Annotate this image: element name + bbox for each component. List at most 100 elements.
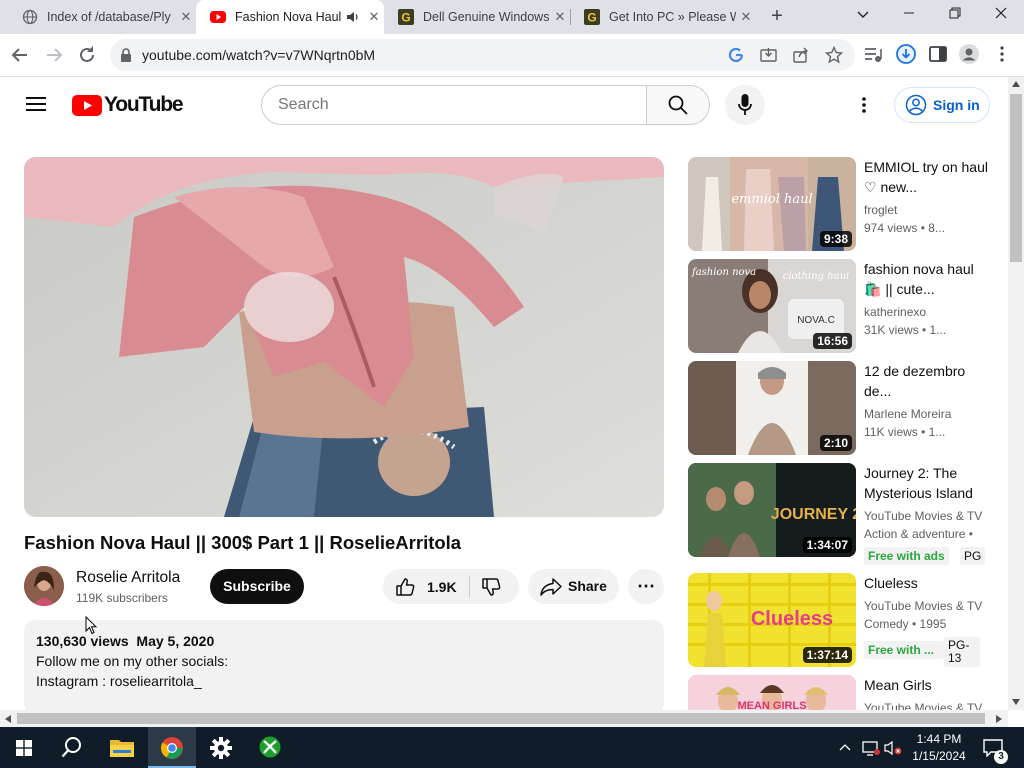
volume-muted-icon[interactable] <box>884 740 902 756</box>
share-button[interactable]: Share <box>528 569 619 604</box>
side-panel-icon[interactable] <box>927 43 949 65</box>
restore-button[interactable] <box>932 0 978 30</box>
channel-avatar[interactable] <box>24 566 64 606</box>
video-title[interactable]: Journey 2: The Mysterious Island <box>864 463 988 503</box>
install-app-icon[interactable] <box>760 47 777 63</box>
notification-center-button[interactable]: 3 <box>978 727 1024 768</box>
video-thumbnail[interactable]: Clueless 1:37:14 <box>688 573 856 667</box>
media-control-icon[interactable] <box>862 43 884 65</box>
sign-in-button[interactable]: Sign in <box>894 87 990 123</box>
taskbar-search-button[interactable] <box>48 727 96 768</box>
recommended-video[interactable]: 2:10 12 de dezembro de... Marlene Moreir… <box>688 361 988 457</box>
tab-fashion-nova[interactable]: Fashion Nova Haul ✕ <box>196 0 384 34</box>
close-tab-icon[interactable]: ✕ <box>550 9 570 25</box>
new-tab-button[interactable]: + <box>765 5 789 29</box>
scroll-up-arrow-icon[interactable] <box>1012 81 1020 87</box>
channel-name[interactable]: YouTube Movies & TV <box>864 701 982 710</box>
profile-icon[interactable] <box>958 43 980 65</box>
taskbar-chrome[interactable] <box>148 727 196 768</box>
download-icon[interactable] <box>895 43 917 65</box>
youtube-logo[interactable]: YouTube <box>72 93 184 117</box>
tab-dell-windows[interactable]: G Dell Genuine Windows ✕ <box>384 0 570 34</box>
video-title[interactable]: 12 de dezembro de... <box>864 361 988 401</box>
video-thumbnail[interactable]: NOVA.C fashion nova clothing haul 16:56 <box>688 259 856 353</box>
horizontal-scrollbar[interactable] <box>0 710 1008 727</box>
chrome-icon <box>161 737 183 759</box>
description-line: Follow me on my other socials: <box>36 653 229 669</box>
scroll-down-arrow-icon[interactable] <box>1012 699 1020 705</box>
share-page-icon[interactable] <box>793 47 809 63</box>
address-bar[interactable]: youtube.com/watch?v=v7WNqrtn0bM <box>110 39 855 71</box>
forward-icon[interactable] <box>42 43 66 67</box>
clock[interactable]: 1:44 PM 1/15/2024 <box>908 731 970 765</box>
tab-get-into-pc[interactable]: G Get Into PC » Please W ✕ <box>570 0 756 34</box>
taskbar-xbox[interactable] <box>246 727 294 768</box>
lock-icon[interactable] <box>120 48 132 62</box>
dislike-button[interactable] <box>470 569 519 604</box>
video-meta: 11K views • 1... <box>864 425 946 439</box>
show-hidden-icons-icon[interactable] <box>839 743 851 751</box>
like-dislike-group: 1.9K <box>383 569 519 604</box>
channel-name[interactable]: YouTube Movies & TV <box>864 599 982 613</box>
close-tab-icon[interactable]: ✕ <box>736 9 756 25</box>
minimize-button[interactable] <box>886 0 932 30</box>
recommended-video[interactable]: emmiol haul 9:38 EMMIOL try on haul ♡ ne… <box>688 157 988 253</box>
channel-name[interactable]: froglet <box>864 203 897 217</box>
channel-name[interactable]: Marlene Moreira <box>864 407 951 421</box>
chrome-menu-icon[interactable] <box>991 43 1013 65</box>
video-thumbnail[interactable]: 2:10 <box>688 361 856 455</box>
scroll-right-arrow-icon[interactable] <box>996 715 1002 723</box>
video-title[interactable]: fashion nova haul🛍️ || cute... <box>864 259 988 299</box>
video-duration: 1:37:14 <box>802 647 852 663</box>
recommended-video[interactable]: Clueless 1:37:14 Clueless YouTube Movies… <box>688 573 988 669</box>
tab-search-button[interactable] <box>840 0 886 30</box>
description-box[interactable]: 130,630 views May 5, 2020 Follow me on m… <box>24 620 664 715</box>
back-icon[interactable] <box>8 43 32 67</box>
speaker-icon[interactable] <box>346 10 360 24</box>
taskbar-settings[interactable] <box>197 727 245 768</box>
settings-more-icon[interactable] <box>860 96 868 114</box>
recommended-video[interactable]: NOVA.C fashion nova clothing haul 16:56 fa… <box>688 259 988 355</box>
subscribe-button[interactable]: Subscribe <box>210 569 304 604</box>
thumbnail-text: emmiol haul <box>731 192 812 207</box>
taskbar-file-explorer[interactable] <box>98 727 146 768</box>
recommended-video[interactable]: JOURNEY 2 1:34:07 Journey 2: The Mysteri… <box>688 463 988 565</box>
video-player[interactable] <box>24 157 664 517</box>
video-title[interactable]: Clueless <box>864 573 988 593</box>
google-lens-icon[interactable] <box>728 47 744 63</box>
more-actions-button[interactable]: ⋯ <box>628 569 664 604</box>
close-tab-icon[interactable]: ✕ <box>176 9 196 25</box>
channel-name[interactable]: katherinexo <box>864 305 926 319</box>
svg-text:G: G <box>401 11 410 25</box>
tab-title: Fashion Nova Haul <box>235 10 342 24</box>
video-thumbnail[interactable]: emmiol haul 9:38 <box>688 157 856 251</box>
scroll-left-arrow-icon[interactable] <box>5 715 11 723</box>
scrollbar-thumb[interactable] <box>17 713 985 724</box>
start-button[interactable] <box>0 727 48 768</box>
channel-name[interactable]: Roselie Arritola <box>76 569 180 587</box>
search-input[interactable] <box>261 85 647 125</box>
search-icon <box>668 95 688 115</box>
video-title[interactable]: EMMIOL try on haul ♡ new... <box>864 157 988 197</box>
video-title: Fashion Nova Haul || 300$ Part 1 || Rose… <box>24 532 462 553</box>
hamburger-menu-icon[interactable] <box>26 96 46 112</box>
channel-name[interactable]: YouTube Movies & TV <box>864 509 982 523</box>
tab-index-database[interactable]: Index of /database/Ply ✕ <box>8 0 196 34</box>
video-title[interactable]: Mean Girls <box>864 675 988 695</box>
like-button[interactable]: 1.9K <box>383 569 469 604</box>
bookmark-star-icon[interactable] <box>825 46 843 64</box>
close-tab-icon[interactable]: ✕ <box>364 9 384 25</box>
video-meta: Comedy • 1995 <box>864 617 947 631</box>
restore-icon <box>949 7 961 19</box>
search-button[interactable] <box>646 85 710 125</box>
voice-search-button[interactable] <box>725 85 765 125</box>
scrollbar-thumb[interactable] <box>1010 94 1022 262</box>
thumbnail-image: MEAN GIRLS <box>688 675 856 710</box>
vertical-scrollbar[interactable] <box>1008 77 1024 710</box>
video-thumbnail[interactable]: JOURNEY 2 1:34:07 <box>688 463 856 557</box>
recommended-video[interactable]: MEAN GIRLS Mean Girls YouTube Movies & T… <box>688 675 988 710</box>
video-thumbnail[interactable]: MEAN GIRLS <box>688 675 856 710</box>
network-icon[interactable] <box>862 740 880 756</box>
reload-icon[interactable] <box>75 43 99 67</box>
close-window-button[interactable] <box>978 0 1024 30</box>
